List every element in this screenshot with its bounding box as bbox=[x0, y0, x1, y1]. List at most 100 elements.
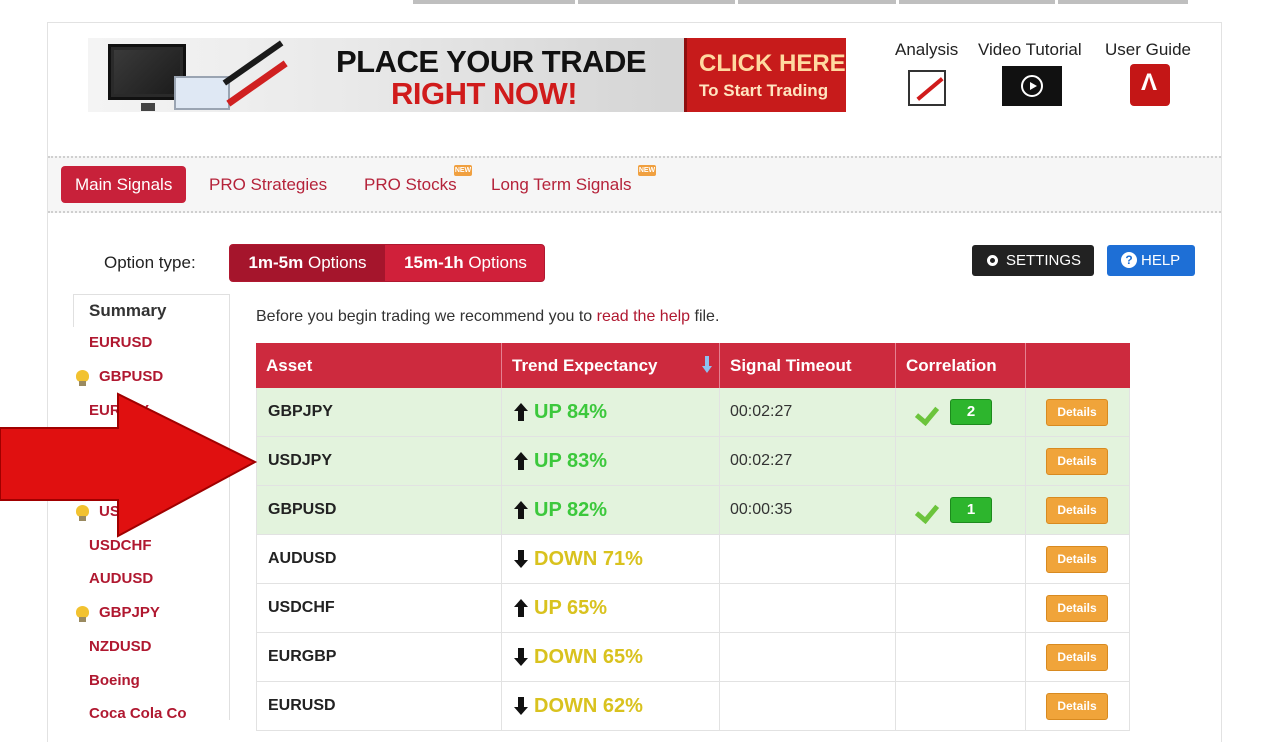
trend-cell: UP 65% bbox=[502, 584, 720, 633]
analysis-icon[interactable] bbox=[908, 70, 946, 106]
option-1m-5m-button[interactable]: 1m-5m Options bbox=[230, 245, 385, 281]
start-trading-button[interactable]: CLICK HERE To Start Trading bbox=[684, 38, 846, 112]
video-tutorial-link[interactable]: Video Tutorial bbox=[978, 40, 1082, 60]
sidebar-item[interactable]: NZDUSD bbox=[89, 638, 152, 655]
sidebar-item[interactable]: Boeing bbox=[89, 672, 140, 689]
details-cell: Details bbox=[1026, 682, 1130, 731]
big-red-arrow-icon bbox=[0, 392, 258, 538]
play-icon bbox=[1021, 75, 1043, 97]
table-row[interactable]: AUDUSD DOWN 71% Details bbox=[256, 535, 1130, 584]
sort-down-icon[interactable] bbox=[702, 356, 712, 374]
intro-before: Before you begin trading we recommend yo… bbox=[256, 308, 597, 325]
intro-text: Before you begin trading we recommend yo… bbox=[256, 308, 719, 326]
trend-value: DOWN 62% bbox=[534, 695, 643, 717]
table-row[interactable]: GBPUSD UP 82% 00:00:35 1 Details bbox=[256, 486, 1130, 535]
toolbar-segment bbox=[1058, 0, 1188, 4]
asset-cell: EURUSD bbox=[256, 682, 502, 731]
option-type-label: Option type: bbox=[104, 253, 196, 272]
tab-long-term-signals[interactable]: Long Term Signals bbox=[477, 166, 646, 203]
timeout-cell bbox=[720, 535, 896, 584]
user-guide-link[interactable]: User Guide bbox=[1105, 40, 1191, 60]
trend-value: DOWN 71% bbox=[534, 548, 643, 570]
pdf-icon[interactable] bbox=[1130, 64, 1170, 106]
asset-cell: USDJPY bbox=[256, 437, 502, 486]
table-row[interactable]: USDCHF UP 65% Details bbox=[256, 584, 1130, 633]
read-help-link[interactable]: read the help bbox=[597, 308, 690, 325]
arrow-down-icon bbox=[514, 550, 528, 568]
tab-pro-strategies[interactable]: PRO Strategies bbox=[195, 166, 341, 203]
details-button[interactable]: Details bbox=[1046, 595, 1108, 622]
header-correlation[interactable]: Correlation bbox=[896, 343, 1026, 388]
asset-cell: EURGBP bbox=[256, 633, 502, 682]
sidebar-item[interactable]: GBPUSD bbox=[99, 368, 163, 385]
toolbar-segment bbox=[738, 0, 896, 4]
timeout-cell bbox=[720, 633, 896, 682]
analysis-link[interactable]: Analysis bbox=[895, 40, 958, 60]
tab-pro-stocks[interactable]: PRO Stocks bbox=[350, 166, 471, 203]
asset-cell: USDCHF bbox=[256, 584, 502, 633]
sidebar-item[interactable]: Coca Cola Co bbox=[89, 705, 187, 722]
trend-value: UP 84% bbox=[534, 401, 608, 423]
toolbar-segment bbox=[578, 0, 735, 4]
cta-line1: CLICK HERE bbox=[699, 50, 846, 77]
correlation-badge: 1 bbox=[950, 497, 992, 523]
correlation-cell: 1 bbox=[896, 486, 1026, 535]
video-icon[interactable] bbox=[1002, 66, 1062, 106]
laptop-illustration bbox=[174, 76, 230, 110]
table-row[interactable]: GBPJPY UP 84% 00:02:27 2 Details bbox=[256, 388, 1130, 437]
arrow-up-icon bbox=[514, 599, 528, 617]
header-signal-timeout[interactable]: Signal Timeout bbox=[720, 343, 896, 388]
details-cell: Details bbox=[1026, 535, 1130, 584]
correlation-badge: 2 bbox=[950, 399, 992, 425]
details-button[interactable]: Details bbox=[1046, 644, 1108, 671]
timeout-cell bbox=[720, 584, 896, 633]
trend-value: UP 82% bbox=[534, 499, 608, 521]
trend-cell: DOWN 71% bbox=[502, 535, 720, 584]
bulb-icon bbox=[76, 370, 89, 386]
summary-tab[interactable]: Summary bbox=[73, 294, 230, 327]
trend-value: DOWN 65% bbox=[534, 646, 643, 668]
table-header: Asset Trend Expectancy Signal Timeout Co… bbox=[256, 343, 1130, 388]
option-rest: Options bbox=[303, 253, 367, 272]
header-trend-expectancy[interactable]: Trend Expectancy bbox=[502, 343, 720, 388]
banner-title-line2: RIGHT NOW! bbox=[391, 76, 578, 111]
timeout-cell: 00:02:27 bbox=[720, 437, 896, 486]
sidebar-item[interactable]: AUDUSD bbox=[89, 570, 153, 587]
details-button[interactable]: Details bbox=[1046, 546, 1108, 573]
trend-cell: DOWN 62% bbox=[502, 682, 720, 731]
help-button[interactable]: ? HELP bbox=[1107, 245, 1195, 276]
trade-banner[interactable]: PLACE YOUR TRADE RIGHT NOW! CLICK HERE T… bbox=[88, 38, 846, 112]
new-badge: NEW bbox=[454, 165, 472, 176]
arrow-up-icon bbox=[514, 501, 528, 519]
correlation-cell bbox=[896, 437, 1026, 486]
tab-main-signals[interactable]: Main Signals bbox=[61, 166, 187, 203]
asset-cell: GBPJPY bbox=[256, 388, 502, 437]
details-cell: Details bbox=[1026, 486, 1130, 535]
gear-icon bbox=[987, 255, 998, 266]
arrow-down-icon bbox=[514, 648, 528, 666]
option-15m-1h-button[interactable]: 15m-1h Options bbox=[385, 245, 544, 281]
checkmark-icon bbox=[914, 401, 942, 423]
details-button[interactable]: Details bbox=[1046, 693, 1108, 720]
table-row[interactable]: EURUSD DOWN 62% Details bbox=[256, 682, 1130, 731]
details-button[interactable]: Details bbox=[1046, 399, 1108, 426]
header-details bbox=[1026, 343, 1130, 388]
table-row[interactable]: EURGBP DOWN 65% Details bbox=[256, 633, 1130, 682]
correlation-cell: 2 bbox=[896, 388, 1026, 437]
settings-button[interactable]: SETTINGS bbox=[972, 245, 1094, 276]
details-button[interactable]: Details bbox=[1046, 448, 1108, 475]
sidebar-item[interactable]: GBPJPY bbox=[99, 604, 160, 621]
cta-line2: To Start Trading bbox=[699, 81, 829, 100]
toolbar-segment bbox=[413, 0, 575, 4]
arrow-up-icon bbox=[514, 452, 528, 470]
details-cell: Details bbox=[1026, 388, 1130, 437]
help-label: HELP bbox=[1141, 252, 1181, 269]
table-row[interactable]: USDJPY UP 83% 00:02:27 Details bbox=[256, 437, 1130, 486]
details-cell: Details bbox=[1026, 584, 1130, 633]
option-type-toggle: 1m-5m Options 15m-1h Options bbox=[229, 244, 545, 282]
correlation-cell bbox=[896, 682, 1026, 731]
header-asset[interactable]: Asset bbox=[256, 343, 502, 388]
details-button[interactable]: Details bbox=[1046, 497, 1108, 524]
sidebar-item[interactable]: EURUSD bbox=[89, 334, 152, 351]
help-icon: ? bbox=[1121, 252, 1137, 268]
